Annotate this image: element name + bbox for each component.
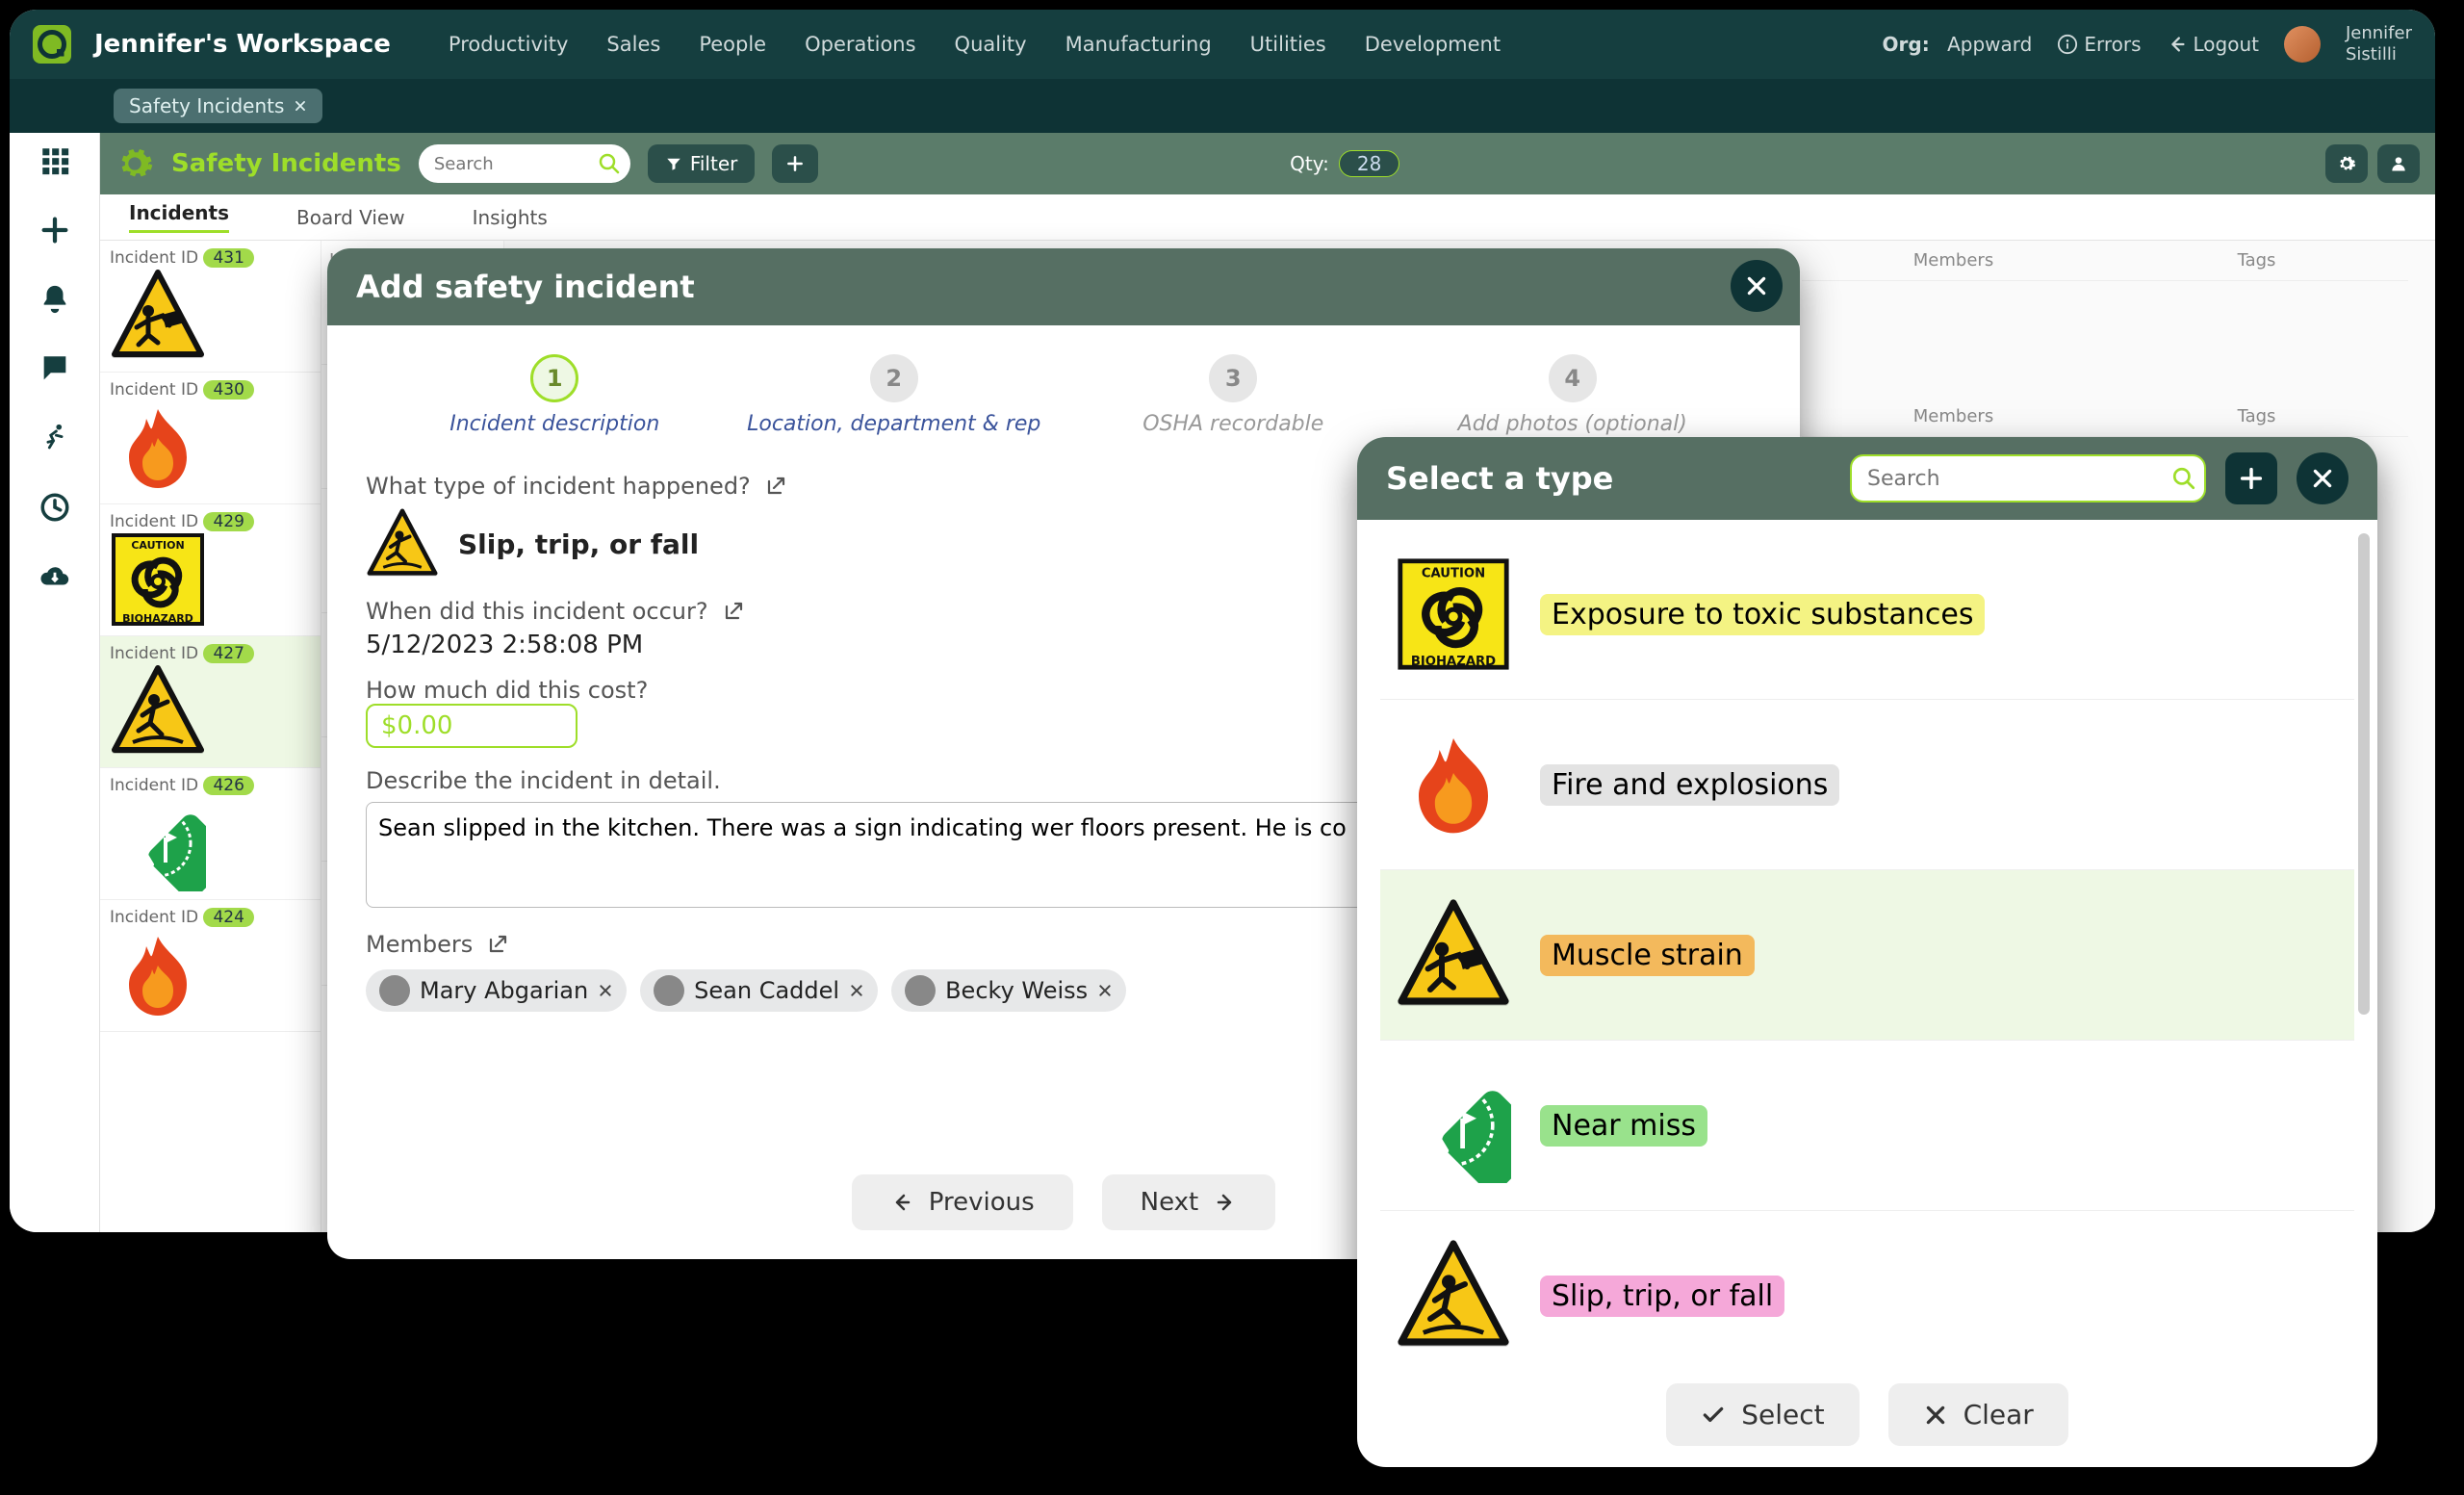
previous-button[interactable]: Previous [852, 1174, 1073, 1230]
right-columns: MembersTags MembersTags [1802, 241, 2408, 437]
search-icon[interactable] [598, 152, 621, 175]
tab-board-view[interactable]: Board View [296, 206, 405, 229]
type-row[interactable]: Exposure to toxic substances [1380, 529, 2354, 700]
org-label: Org: Appward [1883, 33, 2033, 56]
workspace-title: Jennifer's Workspace [94, 30, 391, 59]
filter-button[interactable]: Filter [648, 144, 756, 183]
nav-manufacturing[interactable]: Manufacturing [1065, 33, 1212, 56]
close-tab-icon[interactable] [294, 99, 307, 113]
step-3[interactable]: 3OSHA recordable [1064, 354, 1403, 436]
nav-productivity[interactable]: Productivity [449, 33, 569, 56]
logout-link[interactable]: Logout [2167, 33, 2259, 56]
type-search[interactable] [1850, 454, 2206, 503]
step-1[interactable]: 1Incident description [385, 354, 725, 436]
select-type-modal: Select a type Exposure to toxic substanc… [1357, 437, 2377, 1467]
nav-sales[interactable]: Sales [606, 33, 660, 56]
open-date-icon[interactable] [722, 600, 745, 623]
nav-development[interactable]: Development [1365, 33, 1501, 56]
type-row[interactable]: Near miss [1380, 1041, 2354, 1211]
open-type-icon[interactable] [764, 475, 787, 498]
type-row[interactable]: Slip, trip, or fall [1380, 1211, 2354, 1377]
apps-icon[interactable] [38, 144, 71, 177]
step-2[interactable]: 2Location, department & rep [725, 354, 1065, 436]
incident-card[interactable]: Incident ID 424 [100, 900, 321, 1032]
workspace-tab[interactable]: Safety Incidents [114, 89, 322, 123]
tab-strip: Safety Incidents [10, 79, 2435, 133]
module-settings-icon[interactable] [116, 144, 154, 183]
clear-button[interactable]: Clear [1888, 1383, 2068, 1446]
module-search[interactable] [419, 144, 630, 183]
module-header: Safety Incidents Filter Qty:28 [100, 133, 2435, 194]
nav-operations[interactable]: Operations [805, 33, 915, 56]
type-row[interactable]: Muscle strain [1380, 870, 2354, 1041]
remove-member-icon[interactable] [849, 983, 864, 998]
nav-utilities[interactable]: Utilities [1250, 33, 1326, 56]
add-type-button[interactable] [2225, 452, 2277, 504]
add-incident-button[interactable] [772, 144, 818, 183]
cost-input[interactable] [366, 704, 578, 748]
next-button[interactable]: Next [1102, 1174, 1276, 1230]
qty-display: Qty:28 [1290, 150, 1399, 177]
incident-card[interactable]: Incident ID 429 [100, 504, 321, 636]
avatar[interactable] [2284, 26, 2321, 63]
add-icon[interactable] [38, 214, 71, 246]
history-icon[interactable] [38, 491, 71, 524]
incident-card[interactable]: Incident ID 430 [100, 373, 321, 504]
type-row[interactable]: Fire and explosions [1380, 700, 2354, 870]
app-logo[interactable] [33, 25, 71, 64]
chat-icon[interactable] [38, 352, 71, 385]
incident-card[interactable]: Incident ID 431 [100, 241, 321, 373]
incident-list: Incident ID 431Incident ID 430Incident I… [100, 241, 321, 1232]
remove-member-icon[interactable] [1097, 983, 1113, 998]
selected-type-icon [366, 507, 439, 580]
remove-member-icon[interactable] [598, 983, 613, 998]
step-4[interactable]: 4Add photos (optional) [1403, 354, 1743, 436]
profile-button[interactable] [2377, 144, 2420, 183]
close-modal-button[interactable] [1731, 260, 1783, 312]
search-icon[interactable] [2171, 466, 2196, 491]
member-chip[interactable]: Mary Abgarian [366, 969, 627, 1012]
tab-insights[interactable]: Insights [473, 206, 548, 229]
left-sidebar [10, 133, 100, 1232]
selected-type-name: Slip, trip, or fall [458, 528, 699, 560]
settings-button[interactable] [2325, 144, 2368, 183]
nav-people[interactable]: People [699, 33, 766, 56]
type-search-input[interactable] [1850, 454, 2206, 503]
errors-link[interactable]: Errors [2057, 33, 2141, 56]
type-modal-title: Select a type [1386, 460, 1613, 497]
nav-links: Productivity Sales People Operations Quality… [449, 33, 1883, 56]
upload-icon[interactable] [38, 560, 71, 593]
close-type-modal-button[interactable] [2297, 452, 2348, 504]
wizard-stepper: 1Incident description2Location, departme… [327, 325, 1800, 446]
col-members: Members [1802, 250, 2105, 271]
module-title: Safety Incidents [171, 149, 401, 178]
notifications-icon[interactable] [38, 283, 71, 316]
nav-quality[interactable]: Quality [955, 33, 1027, 56]
scrollbar[interactable] [2358, 533, 2370, 1015]
incident-card[interactable]: Incident ID 426 [100, 768, 321, 900]
user-name: JenniferSistilli [2346, 23, 2412, 64]
member-chip[interactable]: Becky Weiss [891, 969, 1126, 1012]
incident-card[interactable]: Incident ID 427 [100, 636, 321, 768]
col-tags: Tags [2105, 250, 2408, 271]
modal-title: Add safety incident [327, 248, 1800, 325]
select-button[interactable]: Select [1666, 1383, 1859, 1446]
view-tabs: Incidents Board View Insights [100, 194, 2435, 241]
top-bar: Jennifer's Workspace Productivity Sales Pe… [10, 10, 2435, 79]
activity-icon[interactable] [38, 422, 71, 454]
member-chip[interactable]: Sean Caddel [640, 969, 878, 1012]
type-list: Exposure to toxic substancesFire and exp… [1357, 520, 2377, 1377]
tab-incidents[interactable]: Incidents [129, 201, 229, 233]
open-members-icon[interactable] [486, 933, 509, 956]
